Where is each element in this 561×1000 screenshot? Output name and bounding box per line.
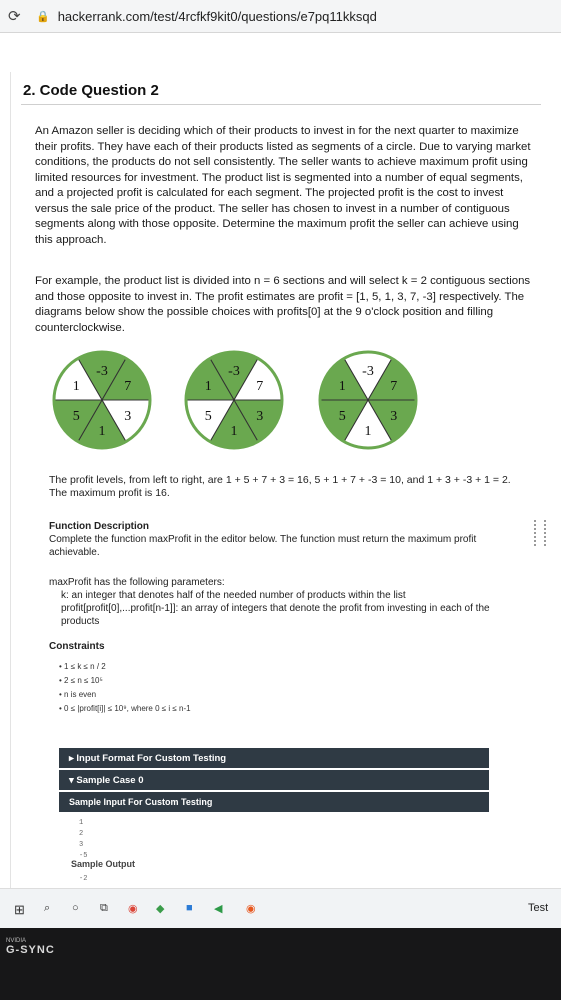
- task-view-icon[interactable]: ⧉: [100, 902, 108, 915]
- sample-input-lines: 1 2 3 -5: [79, 818, 87, 862]
- screen: ⟳ 🔒 hackerrank.com/test/4rcfkf9kit0/ques…: [0, 0, 561, 928]
- page-header-area: [0, 33, 561, 71]
- wheel-segment-label: -3: [362, 364, 374, 379]
- wheel-segment-label: 7: [256, 379, 263, 394]
- sample-input-line: 3: [79, 841, 84, 849]
- constraints-list: • 1 ≤ k ≤ n / 2 • 2 ≤ n ≤ 10⁵ • n is eve…: [59, 660, 191, 716]
- cortana-icon[interactable]: ○: [72, 902, 79, 914]
- wheel-segment-label: -3: [96, 364, 108, 379]
- wheel-diagram-3: -3 7 3 1 5 1: [318, 350, 418, 450]
- lock-icon: 🔒: [36, 10, 50, 23]
- monitor-bezel: NVIDIA G-SYNC: [0, 928, 561, 1000]
- reload-icon[interactable]: ⟳: [8, 7, 24, 25]
- input-format-toggle[interactable]: ▸ Input Format For Custom Testing: [59, 748, 489, 768]
- taskbar-test-label[interactable]: Test: [528, 902, 548, 914]
- wheel-segment-label: 1: [365, 424, 372, 439]
- sample-input-line: 1: [79, 819, 84, 827]
- wheel-segment-label: 3: [256, 409, 263, 424]
- wheel-segment-label: 3: [124, 409, 131, 424]
- wheel-segment-label: 1: [339, 379, 346, 394]
- app-icon[interactable]: ◆: [156, 902, 164, 915]
- sample-output-value: -2: [79, 875, 88, 883]
- store-icon[interactable]: ■: [186, 902, 193, 914]
- constraint-item: • 1 ≤ k ≤ n / 2: [59, 662, 106, 671]
- wheel-diagrams: -3 7 3 1 5 1 -3 7 3 1 5 1 -3 7 3 1 5 1: [47, 348, 467, 452]
- sample-case-toggle[interactable]: ▾ Sample Case 0: [59, 770, 489, 790]
- wheel-segment-label: -3: [228, 364, 240, 379]
- wheel-segment-label: 7: [390, 379, 397, 394]
- function-description-heading: Function Description: [49, 521, 149, 532]
- wheel-diagram-1: -3 7 3 1 5 1: [52, 350, 152, 450]
- wheel-segment-label: 1: [231, 424, 238, 439]
- wheel-segment-label: 5: [205, 409, 212, 424]
- address-bar[interactable]: ⟳ 🔒 hackerrank.com/test/4rcfkf9kit0/ques…: [0, 0, 561, 33]
- question-intro: An Amazon seller is deciding which of th…: [35, 125, 531, 246]
- wheel-segment-label: 3: [390, 409, 397, 424]
- app-icon[interactable]: ◀: [214, 902, 222, 915]
- param-profit: profit[profit[0],...profit[n-1]]: an arr…: [61, 603, 490, 627]
- sample-output-label: Sample Output: [71, 859, 136, 869]
- question-example: For example, the product list is divided…: [35, 275, 531, 334]
- wheel-diagram-2: -3 7 3 1 5 1: [184, 350, 284, 450]
- chrome-icon[interactable]: ◉: [246, 902, 256, 915]
- wheel-segment-label: 1: [73, 379, 80, 394]
- sample-input-line: 2: [79, 830, 84, 838]
- wheel-segment-label: 5: [339, 409, 346, 424]
- url-text[interactable]: hackerrank.com/test/4rcfkf9kit0/question…: [58, 9, 377, 24]
- wheel-segment-label: 7: [124, 379, 131, 394]
- question-title: 2. Code Question 2: [23, 82, 159, 99]
- wheel-segment-label: 5: [73, 409, 80, 424]
- question-panel: 2. Code Question 2 An Amazon seller is d…: [10, 72, 561, 928]
- constraint-item: • 0 ≤ |profit[i]| ≤ 10⁹, where 0 ≤ i ≤ n…: [59, 704, 191, 713]
- profit-levels-text: The profit levels, from left to right, a…: [49, 474, 511, 499]
- wheel-segment-label: 1: [205, 379, 212, 394]
- divider: [21, 104, 541, 105]
- param-k: k: an integer that denotes half of the n…: [61, 590, 406, 601]
- sample-input-header: Sample Input For Custom Testing: [59, 792, 489, 812]
- chrome-icon[interactable]: ◉: [128, 902, 138, 915]
- gsync-logo: G-SYNC: [6, 944, 55, 956]
- search-icon[interactable]: ⌕: [44, 902, 50, 915]
- windows-start-icon[interactable]: ⊞: [14, 902, 25, 918]
- resize-handle[interactable]: [534, 520, 546, 546]
- constraint-item: • n is even: [59, 690, 97, 699]
- wheel-segment-label: 1: [99, 424, 106, 439]
- constraint-item: • 2 ≤ n ≤ 10⁵: [59, 676, 103, 685]
- taskbar: ⊞ ⌕ ○ ⧉ ◉ ◆ ■ ◀ ◉ Test: [0, 888, 561, 928]
- constraints-heading: Constraints: [49, 641, 105, 652]
- function-description-text: Complete the function maxProfit in the e…: [49, 534, 477, 558]
- parameters-intro: maxProfit has the following parameters:: [49, 577, 225, 588]
